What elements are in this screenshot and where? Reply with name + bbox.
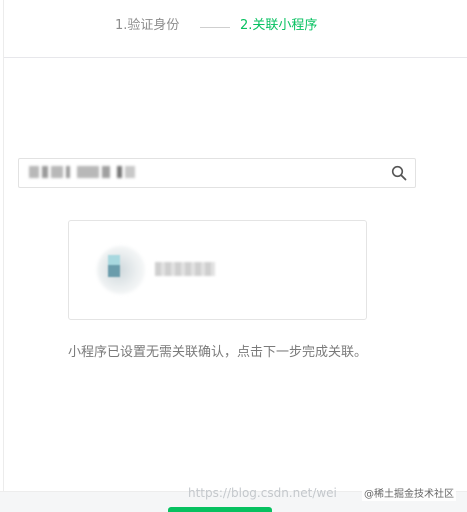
search-box[interactable] [18,158,416,189]
left-divider [3,0,4,512]
watermark-badge: @稀土掘金技术社区 [362,484,456,501]
step-separator [200,27,230,28]
hint-text: 小程序已设置无需关联确认，点击下一步完成关联。 [68,345,368,360]
bind-mini-program-page: 1.验证身份 2.关联小程序 小程序已设置无需关联确认，点击下一步完成关联。 h… [0,0,467,512]
step-verify-identity: 1.验证身份 [115,18,180,33]
mini-program-avatar-icon [108,255,120,277]
step-bind-mini-program: 2.关联小程序 [240,18,318,33]
next-step-button[interactable] [168,507,272,512]
mini-program-name-redacted [155,262,215,276]
search-icon[interactable] [391,165,407,181]
mini-program-avatar [97,246,145,294]
watermark-url: https://blog.csdn.net/wei [188,486,337,500]
step-indicator: 1.验证身份 2.关联小程序 [4,0,467,58]
search-value-redacted [29,166,135,180]
mini-program-card[interactable] [68,220,367,320]
